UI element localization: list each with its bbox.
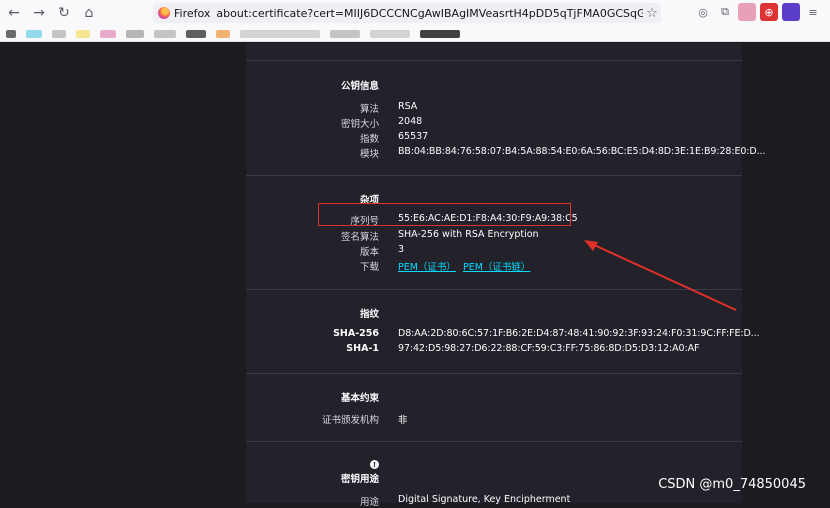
annotation-arrow-icon [584, 240, 737, 311]
watermark: CSDN @m0_74850045 [658, 477, 806, 492]
